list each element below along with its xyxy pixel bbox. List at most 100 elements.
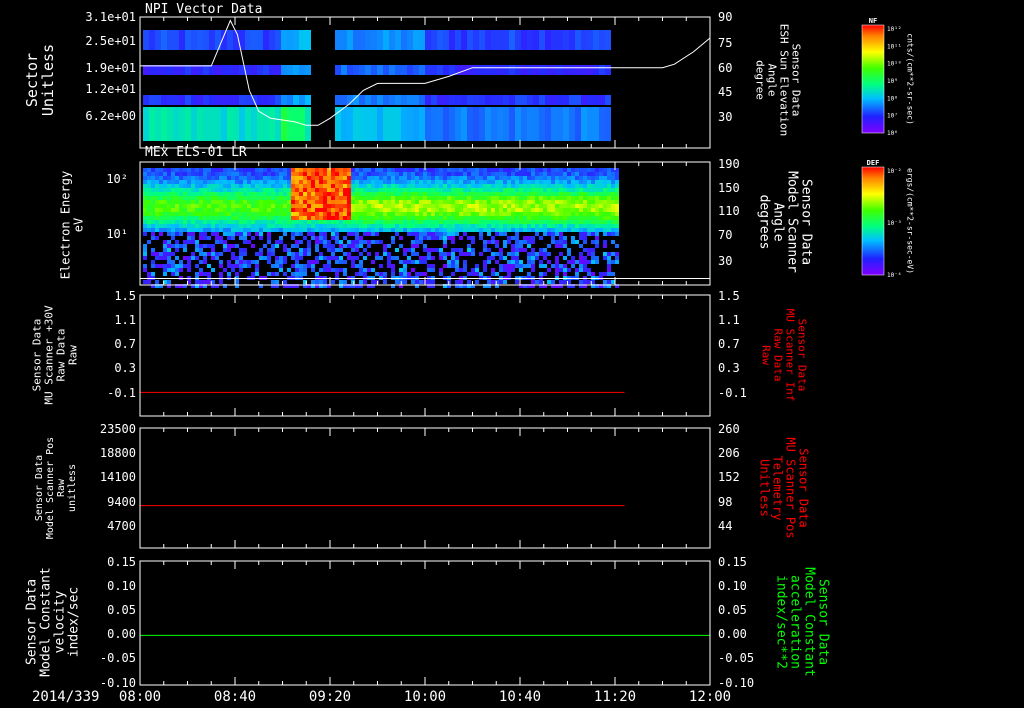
- spectrogram-cell: [427, 252, 431, 256]
- spectrogram-cell: [275, 244, 279, 248]
- spectrogram-cell: [315, 220, 319, 224]
- spectrogram-cell: [519, 248, 523, 252]
- spectrogram-cell: [539, 172, 543, 176]
- spectrogram-cell: [199, 216, 203, 220]
- y2-tick-label: 0.15: [718, 555, 747, 569]
- spectrogram-cell: [547, 172, 551, 176]
- spectrogram-cell: [235, 272, 239, 276]
- spectrogram-cell: [211, 216, 215, 220]
- spectrogram-cell: [331, 236, 335, 240]
- spectrogram-cell: [239, 184, 243, 188]
- spectrogram-cell: [339, 180, 343, 184]
- spectrogram-cell: [615, 208, 619, 212]
- heatmap-cell: [239, 107, 245, 141]
- spectrogram-cell: [407, 260, 411, 264]
- spectrogram-cell: [563, 196, 567, 200]
- spectrogram-cell: [163, 208, 167, 212]
- spectrogram-cell: [491, 192, 495, 196]
- spectrogram-cell: [595, 196, 599, 200]
- spectrogram-cell: [399, 196, 403, 200]
- spectrogram-cell: [443, 200, 447, 204]
- spectrogram-cell: [267, 168, 271, 172]
- spectrogram-cell: [279, 224, 283, 228]
- axis-label-line: eV: [72, 218, 86, 232]
- heatmap-cell: [173, 95, 179, 105]
- spectrogram-cell: [375, 212, 379, 216]
- spectrogram-cell: [431, 280, 435, 284]
- spectrogram-cell: [259, 220, 263, 224]
- spectrogram-cell: [451, 172, 455, 176]
- spectrogram-cell: [343, 176, 347, 180]
- spectrogram-cell: [179, 244, 183, 248]
- spectrogram-cell: [323, 168, 327, 172]
- heatmap-cell: [461, 30, 467, 50]
- heatmap-cell: [599, 30, 605, 50]
- spectrogram-cell: [383, 172, 387, 176]
- spectrogram-cell: [355, 196, 359, 200]
- spectrogram-cell: [255, 172, 259, 176]
- spectrogram-cell: [423, 200, 427, 204]
- spectrogram-cell: [527, 244, 531, 248]
- spectrogram-cell: [371, 192, 375, 196]
- spectrogram-cell: [251, 184, 255, 188]
- spectrogram-cell: [351, 280, 355, 284]
- spectrogram-cell: [151, 232, 155, 236]
- spectrogram-cell: [291, 244, 295, 248]
- spectrogram-cell: [171, 200, 175, 204]
- spectrogram-cell: [179, 224, 183, 228]
- spectrogram-cell: [259, 184, 263, 188]
- spectrogram-cell: [359, 172, 363, 176]
- spectrogram-cell: [467, 224, 471, 228]
- spectrogram-cell: [615, 188, 619, 192]
- spectrogram-cell: [183, 196, 187, 200]
- heatmap-cell: [545, 30, 551, 50]
- spectrogram-cell: [499, 188, 503, 192]
- spectrogram-cell: [323, 192, 327, 196]
- spectrogram-cell: [463, 224, 467, 228]
- spectrogram-cell: [403, 228, 407, 232]
- heatmap-cell: [593, 95, 599, 105]
- spectrogram-cell: [491, 220, 495, 224]
- spectrogram-cell: [607, 204, 611, 208]
- spectrogram-cell: [563, 172, 567, 176]
- spectrogram-cell: [295, 232, 299, 236]
- spectrogram-cell: [411, 268, 415, 272]
- spectrogram-cell: [323, 184, 327, 188]
- spectrogram-cell: [363, 256, 367, 260]
- spectrogram-cell: [167, 204, 171, 208]
- y2-axis-label: Sensor DataModel ScannerAngledegrees: [757, 171, 814, 273]
- spectrogram-cell: [575, 172, 579, 176]
- spectrogram-cell: [559, 216, 563, 220]
- spectrogram-cell: [255, 224, 259, 228]
- spectrogram-cell: [571, 188, 575, 192]
- spectrogram-cell: [319, 200, 323, 204]
- spectrogram-cell: [291, 200, 295, 204]
- spectrogram-cell: [539, 272, 543, 276]
- spectrogram-cell: [479, 216, 483, 220]
- spectrogram-cell: [479, 208, 483, 212]
- spectrogram-cell: [267, 204, 271, 208]
- spectrogram-cell: [291, 252, 295, 256]
- spectrogram-cell: [443, 172, 447, 176]
- spectrogram-cell: [591, 224, 595, 228]
- spectrogram-cell: [515, 184, 519, 188]
- spectrogram-cell: [191, 192, 195, 196]
- spectrogram-cell: [507, 220, 511, 224]
- spectrogram-cell: [467, 244, 471, 248]
- y2-tick-label: 0.10: [718, 579, 747, 593]
- spectrogram-cell: [291, 192, 295, 196]
- spectrogram-cell: [151, 272, 155, 276]
- spectrogram-cell: [455, 256, 459, 260]
- spectrogram-cell: [171, 172, 175, 176]
- spectrogram-cell: [227, 188, 231, 192]
- heatmap-cell: [143, 30, 149, 50]
- spectrogram-cell: [363, 208, 367, 212]
- spectrogram-cell: [503, 188, 507, 192]
- spectrogram-cell: [447, 236, 451, 240]
- spectrogram-cell: [195, 264, 199, 268]
- spectrogram-cell: [555, 272, 559, 276]
- spectrogram-cell: [579, 176, 583, 180]
- spectrogram-cell: [439, 192, 443, 196]
- spectrogram-cell: [515, 252, 519, 256]
- spectrogram-cell: [311, 168, 315, 172]
